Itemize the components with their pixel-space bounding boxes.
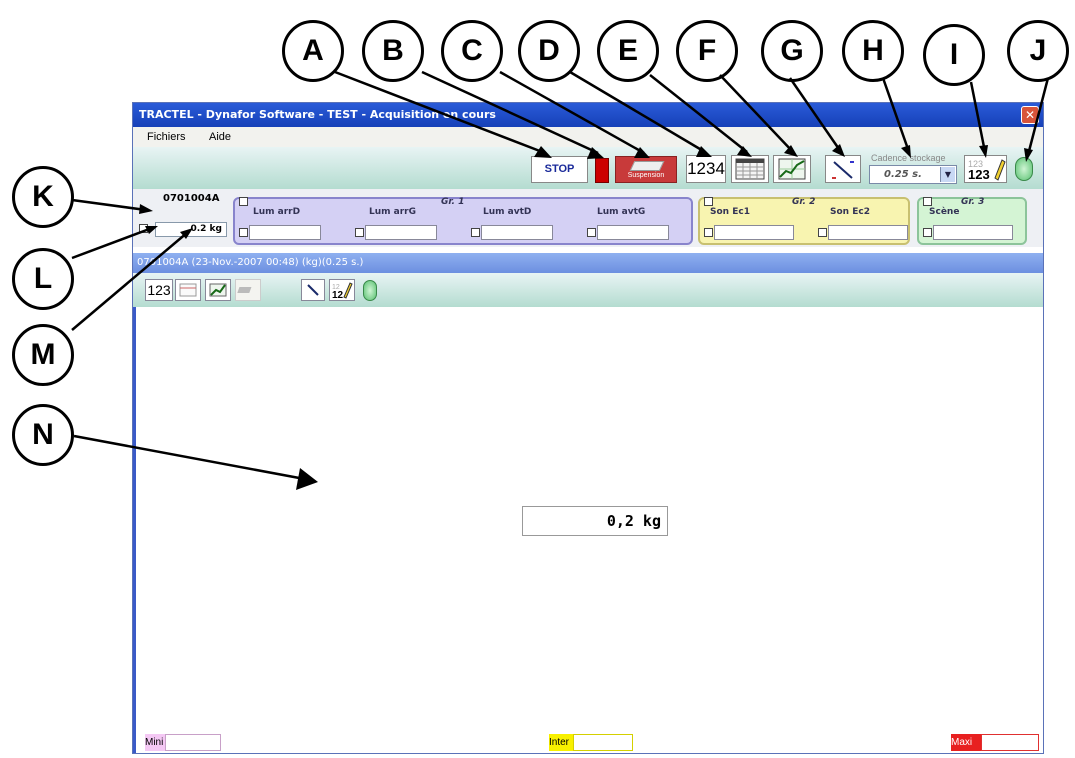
mini-field <box>165 734 221 751</box>
cadence-value: 0.25 s. <box>884 169 922 180</box>
menu-fichiers[interactable]: Fichiers <box>147 131 186 143</box>
gauge-icon <box>307 284 319 296</box>
panel-edit-button[interactable]: 12 12 <box>329 279 355 301</box>
edit-button[interactable]: 123 123 <box>964 155 1007 183</box>
sensor-strip: 0701004A 0.2 kg Gr. 1 Lum arrD Lum arrG … <box>133 189 1043 247</box>
inter-label: Inter <box>549 734 573 751</box>
group-1-title: Gr. 1 <box>441 197 465 207</box>
main-display-area: 0,2 kg <box>133 307 1043 753</box>
edit-icon: 123 123 <box>968 159 1006 182</box>
table-button[interactable] <box>731 155 769 183</box>
group-2: Gr. 2 Son Ec1 Son Ec2 <box>698 197 910 245</box>
channel-label: Son Ec2 <box>830 207 870 217</box>
channel-checkbox[interactable] <box>923 228 932 237</box>
channel-checkbox[interactable] <box>704 228 713 237</box>
callout-f: F <box>676 20 738 82</box>
channel-checkbox[interactable] <box>239 228 248 237</box>
inter-field <box>573 734 633 751</box>
suspension-icon <box>629 161 665 171</box>
channel-label: Son Ec1 <box>710 207 750 217</box>
main-value-display: 0,2 kg <box>522 506 668 536</box>
callout-b: B <box>362 20 424 82</box>
close-icon[interactable]: ✕ <box>1021 106 1039 124</box>
main-toolbar: STOP Suspension 1234 Cadence stockage 0.… <box>133 147 1043 190</box>
menu-aide[interactable]: Aide <box>209 131 231 143</box>
title-bar: TRACTEL - Dynafor Software - TEST - Acqu… <box>133 103 1043 127</box>
channel-checkbox[interactable] <box>355 228 364 237</box>
graph-button[interactable] <box>773 155 811 183</box>
callout-k: K <box>12 166 74 228</box>
numeric-display-button[interactable]: 1234 <box>686 155 726 183</box>
group-2-checkbox[interactable] <box>704 197 713 206</box>
group-1-checkbox[interactable] <box>239 197 248 206</box>
callout-a: A <box>282 20 344 82</box>
panel-toolbar: 123 12 12 <box>133 273 1043 307</box>
edit-icon: 1212 <box>332 282 353 301</box>
suspension-button[interactable]: Suspension <box>615 156 677 183</box>
stop-button[interactable]: STOP <box>531 156 588 183</box>
channel-checkbox[interactable] <box>587 228 596 237</box>
led-indicator-icon <box>1015 157 1033 181</box>
recording-indicator <box>595 158 609 183</box>
callout-m: M <box>12 324 74 386</box>
suspension-label: Suspension <box>627 172 665 179</box>
menu-bar: Fichiers Aide <box>133 127 1043 147</box>
callout-i: I <box>923 24 985 86</box>
svg-text:123: 123 <box>968 167 990 182</box>
maxi-label: Maxi <box>951 734 981 751</box>
group-2-title: Gr. 2 <box>792 197 816 207</box>
callout-e: E <box>597 20 659 82</box>
channel-label: Lum arrG <box>369 207 416 217</box>
dropdown-arrow-icon[interactable]: ▼ <box>940 167 955 182</box>
cadence-label: Cadence stockage <box>871 153 946 163</box>
callout-n: N <box>12 404 74 466</box>
panel-graph-button[interactable] <box>205 279 231 301</box>
cadence-select[interactable]: 0.25 s. ▼ <box>869 165 957 184</box>
channel-label: Lum avtD <box>483 207 532 217</box>
panel-numeric-button[interactable]: 123 <box>145 279 173 301</box>
group-3: Gr. 3 Scène <box>917 197 1027 245</box>
sensor-value: 0.2 kg <box>155 222 227 237</box>
callout-g: G <box>761 20 823 82</box>
sensor-checkbox[interactable] <box>139 224 148 233</box>
maxi-field <box>981 734 1039 751</box>
callout-j: J <box>1007 20 1069 82</box>
gauge-button[interactable] <box>825 155 861 183</box>
svg-text:12: 12 <box>332 290 344 300</box>
led-indicator-icon <box>363 280 377 301</box>
channel-field <box>828 225 908 240</box>
channel-field <box>249 225 321 240</box>
panel-table-button[interactable] <box>175 279 201 301</box>
channel-label: Scène <box>929 207 960 217</box>
gauge-icon <box>832 161 854 179</box>
suspension-icon <box>237 287 252 293</box>
callout-h: H <box>842 20 904 82</box>
app-window: TRACTEL - Dynafor Software - TEST - Acqu… <box>132 102 1044 754</box>
channel-label: Lum avtG <box>597 207 646 217</box>
group-3-title: Gr. 3 <box>961 197 985 207</box>
panel-gauge-button[interactable] <box>301 279 325 301</box>
sensor-id: 0701004A <box>163 193 220 204</box>
channel-field <box>365 225 437 240</box>
graph-icon <box>209 283 227 297</box>
channel-field <box>933 225 1013 240</box>
callout-c: C <box>441 20 503 82</box>
channel-field <box>481 225 553 240</box>
panel-suspension-button[interactable] <box>235 279 261 301</box>
panel-title: 0701004A (23-Nov.-2007 00:48) (kg)(0.25 … <box>133 253 1043 273</box>
table-icon <box>179 283 197 297</box>
graph-icon <box>778 158 806 180</box>
window-title: TRACTEL - Dynafor Software - TEST - Acqu… <box>139 108 496 121</box>
mini-label: Mini <box>145 734 165 751</box>
callout-l: L <box>12 248 74 310</box>
channel-checkbox[interactable] <box>471 228 480 237</box>
channel-label: Lum arrD <box>253 207 301 217</box>
callout-d: D <box>518 20 580 82</box>
channel-field <box>714 225 794 240</box>
channel-field <box>597 225 669 240</box>
channel-checkbox[interactable] <box>818 228 827 237</box>
group-3-checkbox[interactable] <box>923 197 932 206</box>
group-1: Gr. 1 Lum arrD Lum arrG Lum avtD Lum avt… <box>233 197 693 245</box>
table-icon <box>735 158 765 180</box>
